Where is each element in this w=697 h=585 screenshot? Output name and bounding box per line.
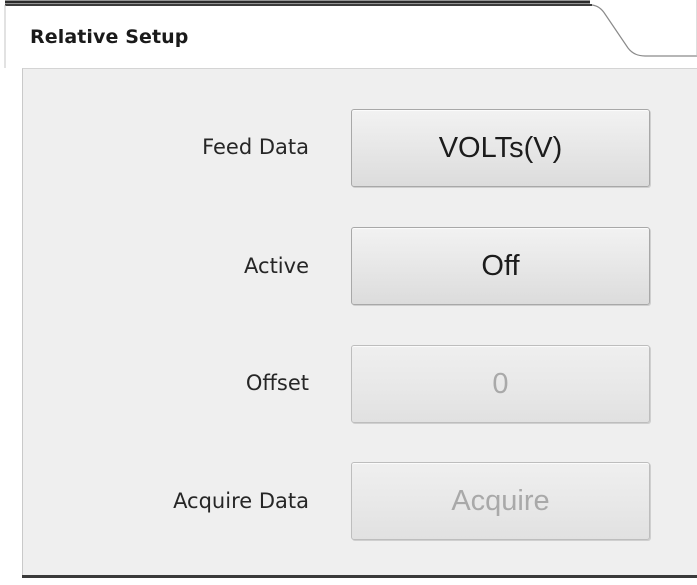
bottom-border: [22, 575, 697, 578]
active-toggle-button[interactable]: Off: [351, 227, 650, 305]
offset-value: 0: [492, 367, 509, 400]
acquire-button: Acquire: [351, 462, 650, 540]
offset-label: Offset: [245, 371, 309, 395]
offset-button: 0: [351, 345, 650, 423]
feed-data-button[interactable]: VOLTs(V): [351, 109, 650, 187]
relative-setup-window: Relative Setup Feed Data VOLTs(V) Active…: [0, 0, 697, 585]
active-value: Off: [481, 249, 520, 282]
feed-data-label: Feed Data: [202, 135, 309, 159]
acquire-value: Acquire: [451, 484, 550, 517]
feed-data-value: VOLTs(V): [438, 131, 563, 164]
active-label: Active: [244, 254, 309, 278]
acquire-data-label: Acquire Data: [173, 489, 309, 513]
tab-title[interactable]: Relative Setup: [30, 26, 189, 48]
